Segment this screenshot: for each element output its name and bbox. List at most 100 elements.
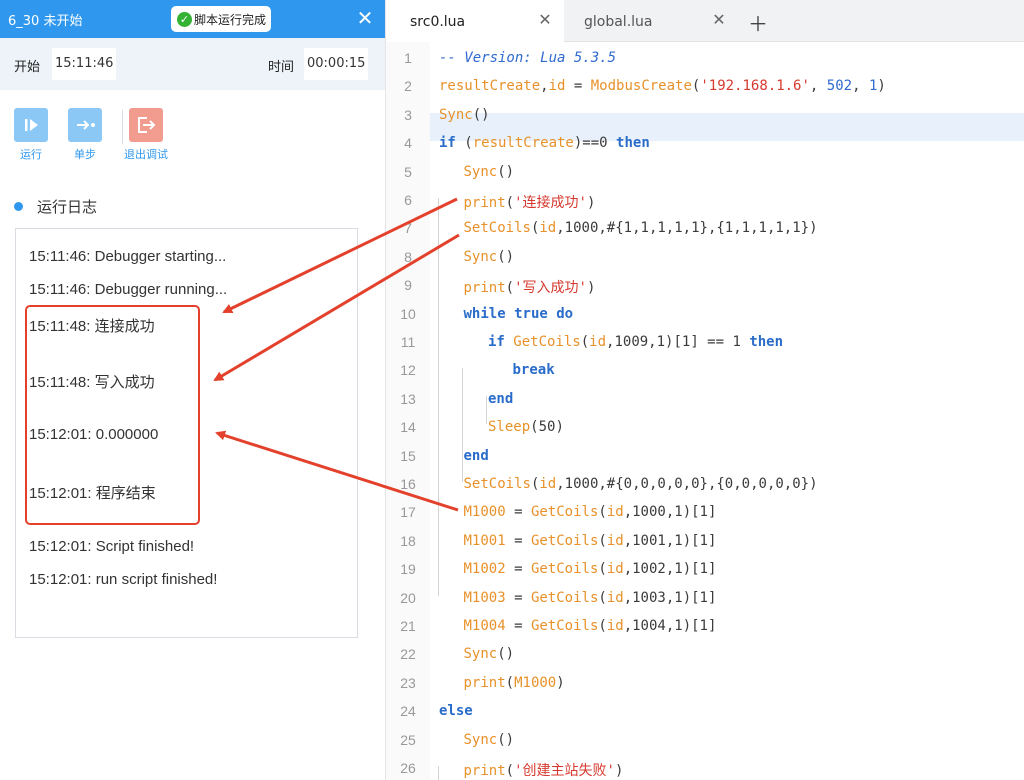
code-token: = (505, 618, 531, 634)
code-line: print('写入成功') (464, 277, 596, 297)
code-token: M1003 (463, 589, 506, 606)
code-line: M1004 = GetCoils(id,1004,1)[1] (464, 618, 717, 634)
code-token: resultCreate (439, 78, 541, 95)
code-token: ,1000,1)[1] (623, 504, 717, 521)
code-token: GetCoils (530, 504, 599, 521)
close-tab-icon[interactable]: ✕ (710, 10, 728, 29)
code-token: print (463, 195, 506, 211)
exit-debug-button[interactable]: 退出调试 (124, 108, 168, 162)
code-token: '192.168.1.6' (700, 78, 810, 95)
code-token: Sync (463, 646, 498, 663)
code-token: ,1004,1)[1] (623, 618, 717, 634)
line-number: 18 (400, 532, 416, 549)
code-token: ( (505, 763, 515, 779)
line-number: 10 (400, 305, 416, 322)
line-number-gutter: 1 2 3 4 5 6 7 8 9 10 11 12 13 14 15 16 17 18 19 20 21 22 23 24 2… (386, 42, 430, 780)
tab-label: global.lua (584, 14, 653, 30)
code-token: id (606, 589, 624, 606)
code-line: Sync() (464, 732, 515, 748)
code-token: print (463, 763, 506, 779)
line-number: 7 (404, 220, 412, 237)
checkmark-icon: ✓ (177, 11, 192, 27)
start-label: 开始 (14, 60, 41, 75)
line-number: 11 (400, 334, 416, 350)
code-token: id (606, 532, 624, 549)
line-number: 14 (400, 419, 416, 436)
code-line: end (464, 448, 489, 464)
code-line: SetCoils(id,1000,#{0,0,0,0,0},{0,0,0,0,0… (464, 476, 818, 492)
code-line: Sync() (439, 107, 490, 123)
code-token: , (852, 78, 869, 95)
code-line: Sleep(50) (488, 419, 564, 435)
code-token: ) (614, 763, 624, 779)
highlight-callout-box (25, 305, 200, 525)
run-button[interactable]: 运行 (14, 108, 48, 162)
code-editor: src0.lua ✕ global.lua ✕ ＋ 1 2 3 4 5 6 7 8 9 10 11 1… (385, 0, 1024, 780)
code-token: () (497, 248, 515, 265)
code-token: ( (505, 195, 515, 211)
code-token: () (497, 731, 515, 748)
indent-guide (462, 368, 463, 482)
code-token: while (463, 305, 506, 322)
debug-titlebar: 6_30 未开始 ✓ 脚本运行完成 ✕ (0, 0, 385, 38)
duration-label: 时间 (268, 60, 295, 75)
code-token: ) (586, 195, 596, 211)
code-area[interactable]: -- Version: Lua 5.3.5 resultCreate,id = M… (430, 42, 1024, 780)
code-token: if (488, 334, 505, 350)
code-token: M1000 (514, 674, 557, 691)
add-tab-icon[interactable]: ＋ (748, 8, 768, 37)
code-token: Sync (463, 248, 498, 265)
code-token: ) (556, 674, 565, 691)
run-icon (14, 108, 48, 142)
step-button[interactable]: 单步 (68, 108, 102, 162)
toolbar-divider (122, 110, 123, 144)
code-token: end (488, 390, 514, 407)
code-line: M1003 = GetCoils(id,1003,1)[1] (464, 590, 717, 606)
tab-src0[interactable]: src0.lua ✕ (386, 0, 564, 42)
code-token: break (512, 362, 555, 379)
log-line: 15:11:46: Debugger running... (29, 281, 228, 298)
code-token: do (556, 305, 574, 322)
log-line: 15:12:01: run script finished! (29, 571, 218, 588)
code-token: = (565, 78, 591, 95)
line-number: 4 (404, 135, 412, 152)
close-icon[interactable]: ✕ (353, 6, 377, 30)
line-number: 21 (400, 618, 416, 634)
tab-global[interactable]: global.lua ✕ (564, 0, 734, 42)
line-number: 2 (404, 78, 412, 95)
step-button-label: 单步 (74, 148, 96, 161)
code-line: break (513, 362, 555, 378)
code-token: then (616, 135, 650, 152)
tab-bar: src0.lua ✕ global.lua ✕ ＋ (386, 0, 1024, 42)
code-token: id (589, 334, 607, 350)
code-token: ( (598, 618, 607, 634)
code-token: ( (455, 135, 473, 152)
line-number: 26 (400, 760, 416, 776)
code-token: = (505, 504, 531, 521)
line-number: 24 (400, 703, 416, 720)
duration-field: 00:00:15 (304, 48, 369, 80)
code-token: (50) (530, 419, 564, 436)
code-line: Sync() (464, 646, 515, 662)
code-token: '连接成功' (514, 195, 587, 211)
code-token: print (463, 280, 506, 297)
code-line: end (488, 391, 513, 407)
code-token: Sync (463, 163, 498, 180)
line-number: 16 (400, 476, 416, 492)
line-number: 25 (400, 731, 416, 748)
code-token: id (539, 220, 557, 237)
code-line: -- Version: Lua 5.3.5 (439, 50, 616, 66)
exit-debug-button-label: 退出调试 (124, 148, 168, 161)
time-row: 开始 15:11:46 时间 00:00:15 (0, 38, 385, 90)
code-token: print (463, 674, 506, 691)
close-tab-icon[interactable]: ✕ (536, 10, 554, 29)
code-token: GetCoils (530, 561, 599, 578)
step-icon (68, 108, 102, 142)
line-number: 15 (400, 447, 416, 464)
tab-label: src0.lua (410, 14, 466, 30)
log-line: 15:12:01: Script finished! (29, 538, 195, 555)
code-token: ,1003,1)[1] (623, 589, 717, 606)
code-token: M1000 (463, 504, 506, 521)
code-line: M1001 = GetCoils(id,1001,1)[1] (464, 533, 717, 549)
code-line: resultCreate,id = ModbusCreate('192.168.… (439, 78, 886, 94)
